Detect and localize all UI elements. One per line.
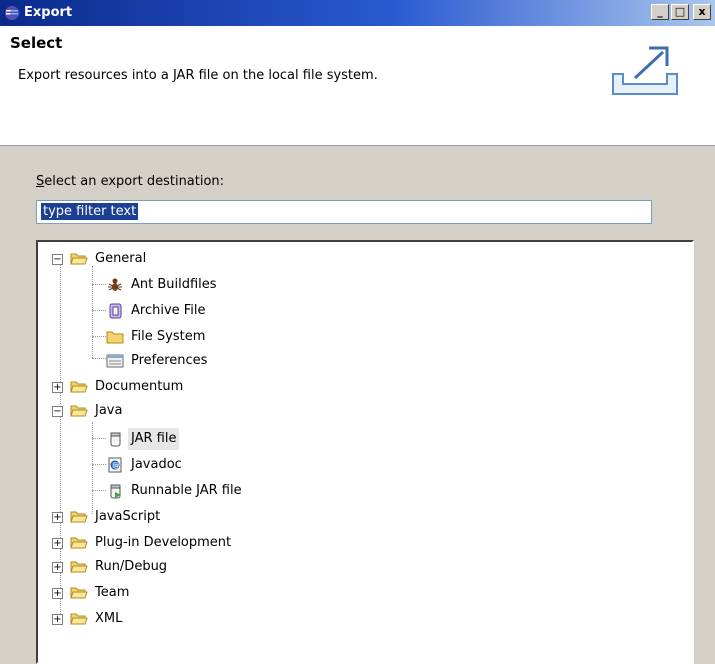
folder-open-icon (70, 253, 88, 265)
expand-documentum-icon[interactable]: + (52, 382, 63, 393)
expand-run-debug-icon[interactable]: + (52, 562, 63, 573)
expand-plugin-development-icon[interactable]: + (52, 538, 63, 549)
folder-open-icon (70, 381, 88, 393)
tree-label-ant-buildfiles: Ant Buildfiles (131, 277, 217, 292)
tree-label-javadoc: Javadoc (131, 457, 182, 472)
tree-label-runnable-jar: Runnable JAR file (131, 483, 242, 498)
tree-label-xml: XML (95, 611, 123, 626)
tree-label-general: General (95, 251, 147, 266)
wizard-header: Select Export resources into a JAR file … (0, 26, 715, 146)
folder-open-icon (70, 613, 88, 625)
export-destination-tree[interactable]: − General Ant Buildfiles Archive File Fi… (36, 240, 694, 664)
expand-xml-icon[interactable]: + (52, 614, 63, 625)
tree-label-preferences: Preferences (131, 353, 208, 368)
minimize-button[interactable]: _ (651, 4, 669, 20)
folder-icon (106, 331, 124, 344)
archive-file-icon (109, 303, 122, 319)
window-title: Export (24, 5, 73, 20)
expand-javascript-icon[interactable]: + (52, 512, 63, 523)
tree-label-file-system: File System (131, 329, 206, 344)
export-destination-label-text: elect an export destination: (44, 174, 225, 189)
expand-team-icon[interactable]: + (52, 588, 63, 599)
javadoc-icon: @ (108, 457, 122, 473)
jar-file-icon (110, 432, 121, 447)
collapse-general-icon[interactable]: − (52, 254, 63, 265)
preferences-icon (106, 354, 124, 368)
svg-text:@: @ (113, 462, 120, 470)
title-bar: Export _ □ x (0, 0, 715, 26)
page-description: Export resources into a JAR file on the … (18, 68, 378, 83)
export-destination-label: Select an export destination: (36, 174, 224, 189)
collapse-java-icon[interactable]: − (52, 406, 63, 417)
folder-open-icon (70, 587, 88, 599)
folder-open-icon (70, 537, 88, 549)
close-button[interactable]: x (693, 4, 711, 20)
filter-input-text: type filter text (41, 203, 139, 220)
tree-label-plugin-development: Plug-in Development (95, 535, 232, 550)
folder-open-icon (70, 405, 88, 417)
tree-label-java: Java (95, 403, 123, 418)
ant-icon (108, 278, 122, 291)
tree-label-run-debug: Run/Debug (95, 559, 168, 574)
runnable-jar-icon (110, 484, 121, 499)
tree-label-team: Team (95, 585, 130, 600)
tree-label-jar-file: JAR file (128, 428, 180, 450)
tree-label-javascript: JavaScript (95, 509, 161, 524)
export-wizard-icon (612, 46, 678, 95)
tree-label-archive-file: Archive File (131, 303, 206, 318)
maximize-button[interactable]: □ (671, 4, 689, 20)
filter-input[interactable]: type filter text (36, 200, 652, 224)
folder-open-icon (70, 561, 88, 573)
page-title: Select (10, 34, 63, 52)
eclipse-icon (5, 6, 20, 20)
folder-open-icon (70, 511, 88, 523)
tree-label-documentum: Documentum (95, 379, 184, 394)
